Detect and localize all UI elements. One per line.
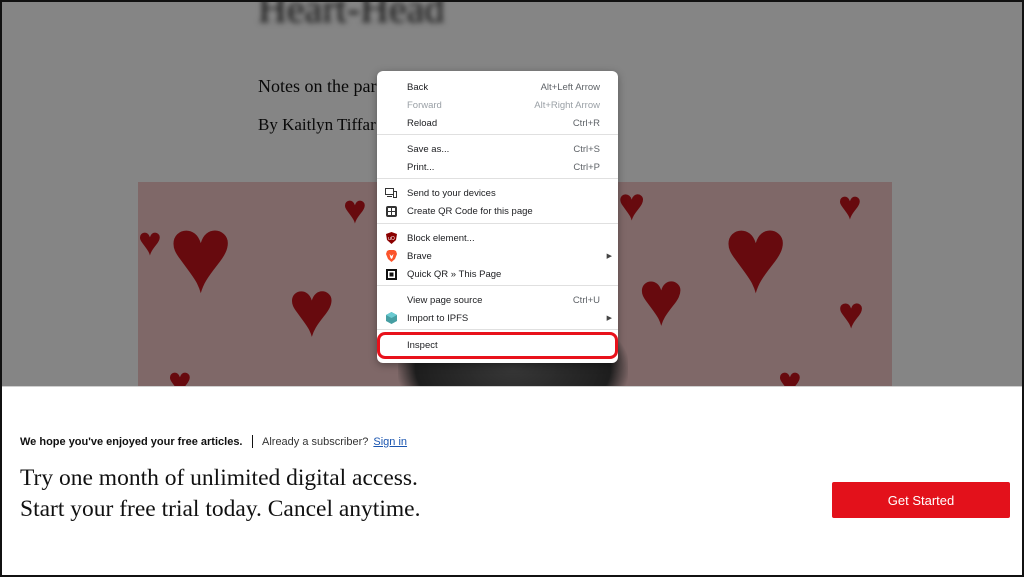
- menu-separator: [377, 134, 618, 135]
- menu-shortcut: Ctrl+S: [573, 143, 600, 155]
- menu-shortcut: Ctrl+R: [572, 117, 600, 129]
- menu-item-print[interactable]: Print... Ctrl+P: [377, 158, 618, 176]
- menu-item-label: Send to your devices: [407, 187, 496, 199]
- inspect-highlight-box: [377, 332, 618, 359]
- menu-item-forward[interactable]: Forward Alt+Right Arrow: [377, 96, 618, 114]
- menu-item-block-element[interactable]: uO Block element...: [377, 229, 618, 247]
- context-menu: Back Alt+Left Arrow Forward Alt+Right Ar…: [377, 71, 618, 363]
- ipfs-icon: [385, 312, 397, 324]
- menu-item-label: Print...: [407, 161, 435, 173]
- menu-separator: [377, 223, 618, 224]
- offer-line-1: Try one month of unlimited digital acces…: [20, 465, 418, 491]
- menu-separator: [377, 178, 618, 179]
- menu-item-import-ipfs[interactable]: Import to IPFS ▶: [377, 309, 618, 327]
- paywall-banner: We hope you've enjoyed your free article…: [0, 386, 1024, 578]
- devices-icon: [385, 187, 397, 199]
- menu-item-label: Reload: [407, 117, 438, 129]
- paywall-notice: We hope you've enjoyed your free article…: [20, 435, 407, 448]
- menu-item-view-source[interactable]: View page source Ctrl+U: [377, 291, 618, 309]
- menu-separator: [377, 329, 618, 330]
- menu-item-label: Create QR Code for this page: [407, 205, 533, 217]
- menu-item-label: Quick QR » This Page: [407, 268, 502, 280]
- submenu-arrow-icon: ▶: [606, 315, 612, 322]
- divider: [251, 435, 253, 448]
- qr-code-icon: [385, 205, 397, 217]
- enjoyed-text: We hope you've enjoyed your free article…: [20, 435, 243, 448]
- ublock-icon: uO: [385, 232, 397, 244]
- menu-shortcut: Ctrl+U: [572, 294, 600, 306]
- submenu-arrow-icon: ▶: [606, 253, 612, 260]
- brave-icon: [385, 250, 397, 262]
- menu-item-label: Save as...: [407, 143, 450, 155]
- menu-item-label: Block element...: [407, 232, 475, 244]
- menu-item-brave[interactable]: Brave ▶: [377, 247, 618, 265]
- svg-text:uO: uO: [388, 236, 395, 242]
- menu-shortcut: Ctrl+P: [573, 161, 600, 173]
- menu-shortcut: Alt+Right Arrow: [534, 99, 600, 111]
- menu-item-quick-qr[interactable]: Quick QR » This Page: [377, 265, 618, 283]
- menu-shortcut: Alt+Left Arrow: [540, 81, 600, 93]
- menu-item-reload[interactable]: Reload Ctrl+R: [377, 114, 618, 132]
- quick-qr-icon: [385, 268, 397, 280]
- menu-separator: [377, 285, 618, 286]
- menu-item-label: View page source: [407, 294, 483, 306]
- menu-item-create-qr[interactable]: Create QR Code for this page: [377, 202, 618, 220]
- get-started-button[interactable]: Get Started: [832, 482, 1010, 518]
- menu-item-label: Import to IPFS: [407, 312, 469, 324]
- menu-item-save-as[interactable]: Save as... Ctrl+S: [377, 140, 618, 158]
- offer-line-2: Start your free trial today. Cancel anyt…: [20, 496, 421, 522]
- sign-in-link[interactable]: Sign in: [373, 436, 407, 448]
- menu-item-label: Forward: [407, 99, 442, 111]
- menu-item-label: Back: [407, 81, 429, 93]
- menu-item-send-to-devices[interactable]: Send to your devices: [377, 184, 618, 202]
- subscriber-text: Already a subscriber?: [262, 435, 369, 448]
- menu-item-label: Brave: [407, 250, 432, 262]
- menu-item-back[interactable]: Back Alt+Left Arrow: [377, 78, 618, 96]
